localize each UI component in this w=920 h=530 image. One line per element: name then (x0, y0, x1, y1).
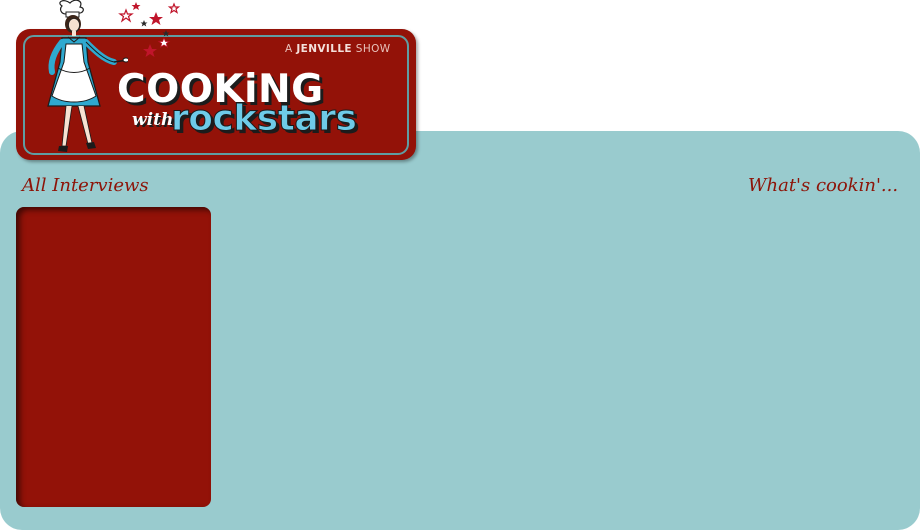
show-tagline: A JENVILLE SHOW (285, 43, 391, 55)
interviews-list[interactable] (16, 207, 211, 507)
star-shape (143, 44, 157, 57)
logo-title-with: with (132, 110, 174, 130)
tagline-brand: JENVILLE (296, 43, 352, 55)
tagline-suffix: SHOW (355, 43, 391, 55)
star-shape (162, 30, 170, 37)
star-shape (167, 2, 181, 14)
star-shape (157, 36, 171, 48)
star-shape (149, 12, 163, 25)
whats-cookin-heading: What's cookin'... (748, 175, 899, 196)
all-interviews-heading: All Interviews (22, 175, 149, 196)
tagline-prefix: A (285, 43, 293, 55)
chef-woman-illustration-icon (47, 0, 128, 152)
star-shape (131, 2, 141, 10)
page: A JENVILLE SHOW COOKiNG with rockstars A… (0, 0, 920, 530)
logo-title-rockstars: rockstars (170, 98, 357, 140)
star-shape (140, 20, 148, 27)
